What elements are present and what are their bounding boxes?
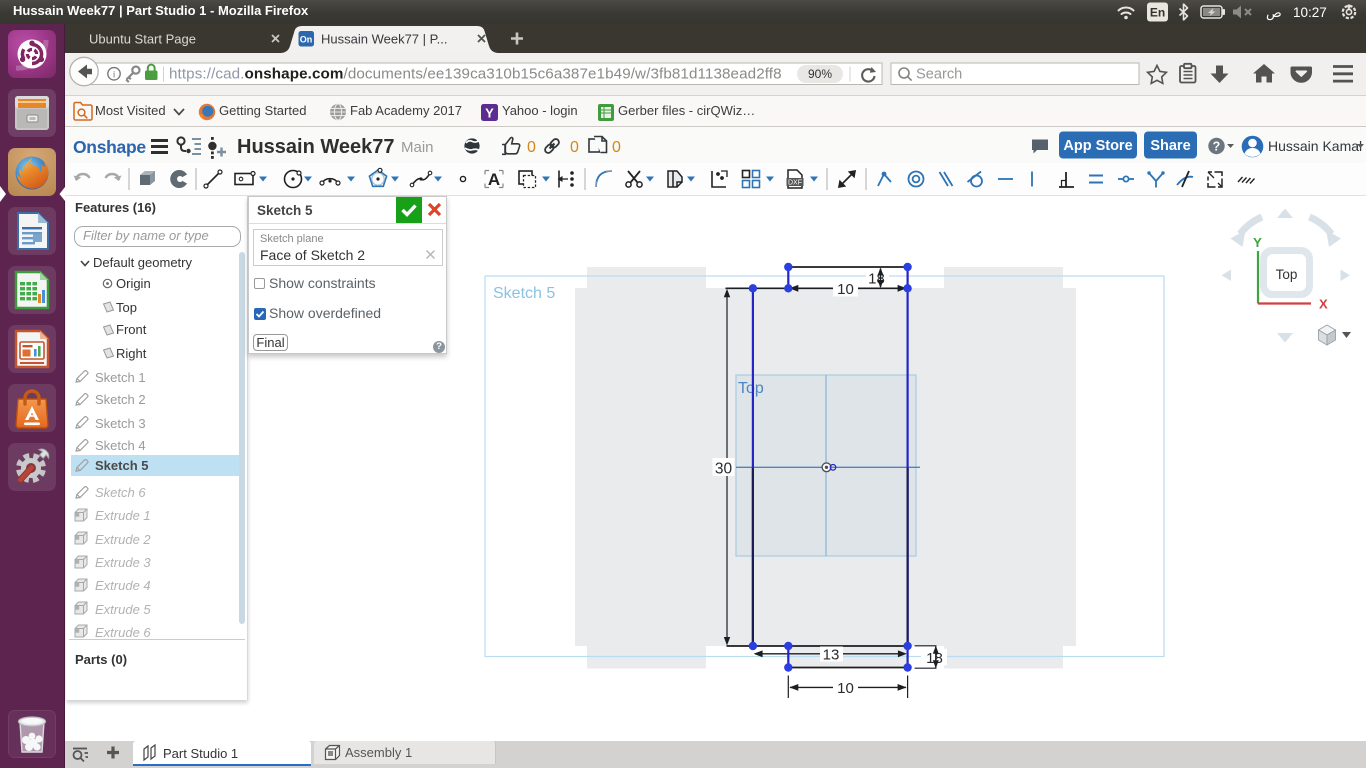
svg-text:Top: Top xyxy=(1276,267,1298,282)
svg-text:Hussain Kamal: Hussain Kamal xyxy=(1268,138,1362,154)
svg-text:30: 30 xyxy=(715,461,733,478)
svg-text:0: 0 xyxy=(527,139,536,156)
svg-text:i: i xyxy=(113,70,115,81)
svg-text:0: 0 xyxy=(570,139,579,156)
svg-text:10: 10 xyxy=(837,281,854,298)
svg-text:Y: Y xyxy=(1253,235,1262,250)
svg-text:A: A xyxy=(488,170,500,189)
svg-text:Top: Top xyxy=(738,380,764,397)
svg-text:X: X xyxy=(1319,297,1328,312)
svg-text:?: ? xyxy=(1213,140,1221,154)
svg-text:Share: Share xyxy=(1150,138,1190,154)
svg-text:10: 10 xyxy=(837,680,854,697)
svg-text:13: 13 xyxy=(823,647,840,664)
svg-text:Hussain Week77 | P...: Hussain Week77 | P... xyxy=(321,32,447,47)
svg-text:https://cad.onshape.com/docume: https://cad.onshape.com/documents/ee139c… xyxy=(169,66,782,83)
svg-text:Search: Search xyxy=(916,67,962,83)
svg-text:Ubuntu Start Page: Ubuntu Start Page xyxy=(89,32,196,47)
svg-text:Hussain Week77: Hussain Week77 xyxy=(237,136,395,158)
svg-text:Main: Main xyxy=(401,139,434,156)
svg-text:Onshape: Onshape xyxy=(73,137,146,157)
svg-text:0: 0 xyxy=(612,139,621,156)
svg-text:10:27: 10:27 xyxy=(1293,5,1327,20)
svg-text:App Store: App Store xyxy=(1063,138,1132,154)
svg-text:90%: 90% xyxy=(808,67,832,81)
svg-text:On: On xyxy=(300,35,313,45)
svg-text:Y: Y xyxy=(485,106,494,121)
svg-text:DXF: DXF xyxy=(788,180,802,187)
svg-text:Sketch 5: Sketch 5 xyxy=(493,285,555,302)
svg-text:ص: ص xyxy=(1266,5,1282,21)
svg-text:En: En xyxy=(1150,6,1165,20)
